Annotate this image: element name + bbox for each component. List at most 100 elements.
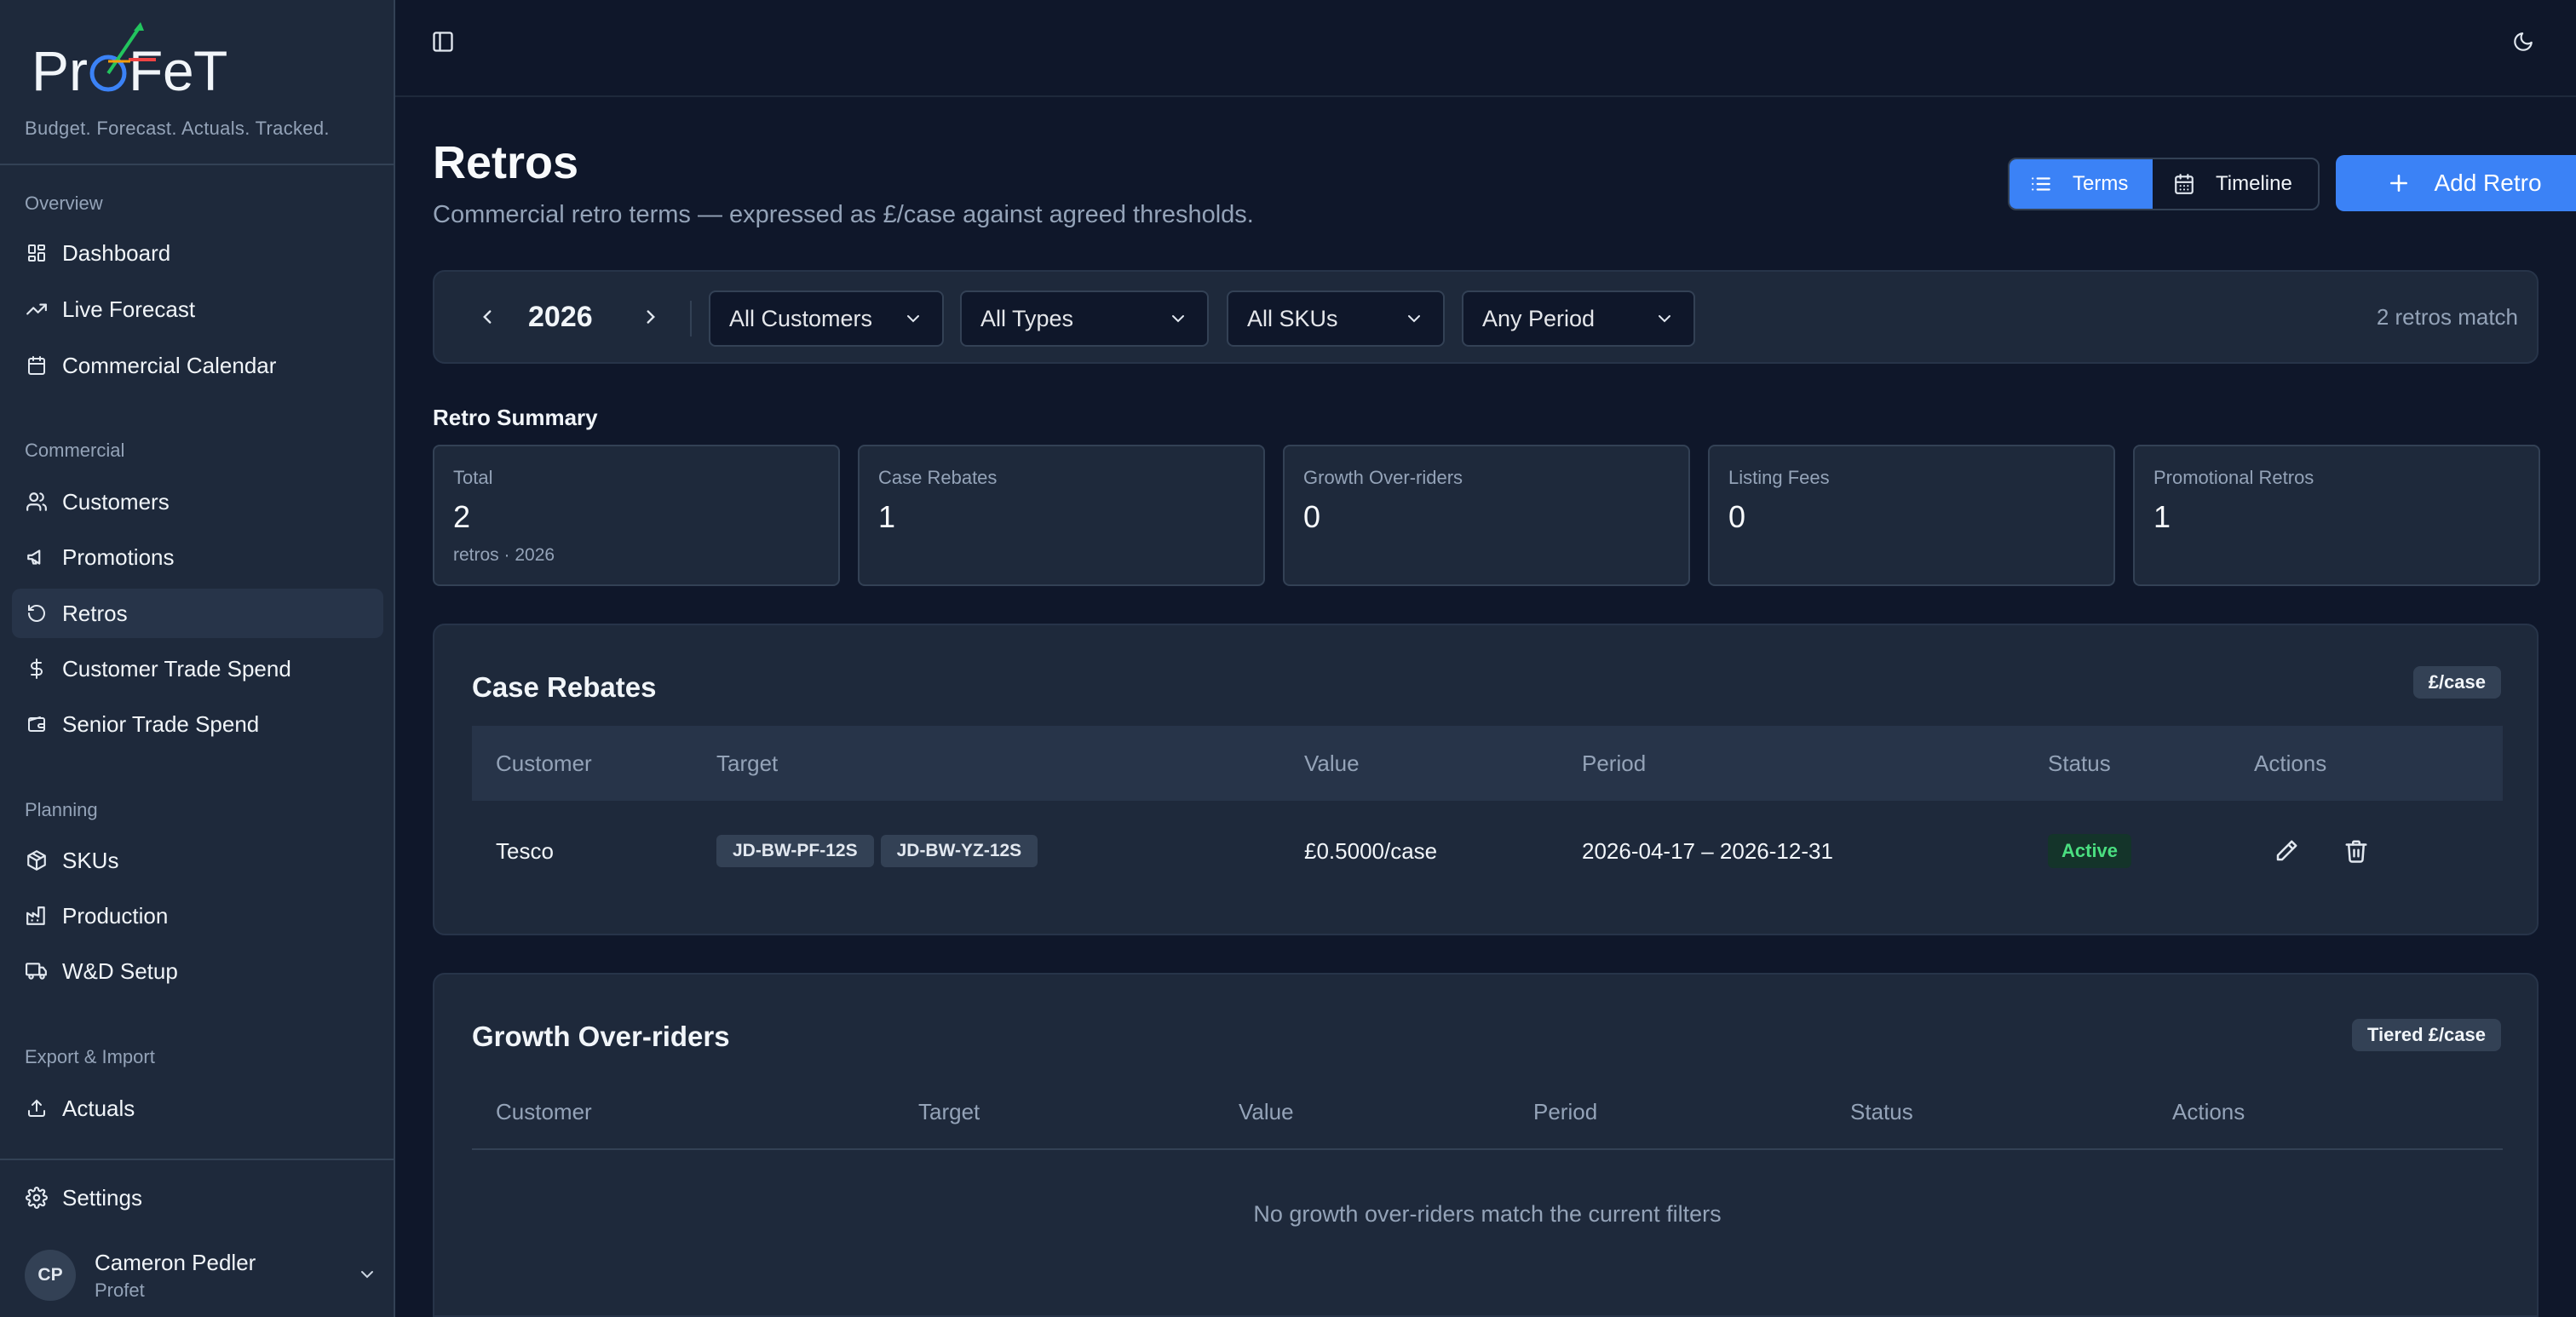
timeline-label: Timeline — [2216, 172, 2292, 195]
divider — [690, 301, 692, 336]
sidebar-toggle-button[interactable] — [423, 23, 463, 64]
card-value: 1 — [2153, 499, 2171, 534]
page-title: Retros — [433, 137, 579, 188]
sidebar-item-customer-trade-spend[interactable]: Customer Trade Spend — [12, 644, 383, 693]
sidebar-item-label: Promotions — [62, 543, 175, 570]
sidebar-item-skus[interactable]: SKUs — [12, 836, 383, 885]
plus-icon — [2388, 172, 2410, 194]
main-content: Retros Commercial retro terms — expresse… — [395, 0, 2576, 1317]
previous-year-button[interactable] — [467, 298, 508, 339]
period-select-value: Any Period — [1482, 305, 1596, 331]
customer-select-value: All Customers — [729, 305, 873, 331]
profet-logo: Pr F e T — [32, 22, 227, 101]
sidebar-item-actuals[interactable]: Actuals — [12, 1084, 383, 1133]
chevron-down-icon — [1654, 308, 1675, 335]
svg-text:Pr: Pr — [32, 39, 88, 101]
truck-icon — [26, 960, 48, 982]
column-header-customer: Customer — [496, 1098, 592, 1124]
row-value: £0.5000/case — [1304, 838, 1438, 864]
terms-view-button[interactable]: Terms — [2010, 159, 2153, 209]
brand-tagline: Budget. Forecast. Actuals. Tracked. — [25, 118, 330, 139]
column-header-status: Status — [1850, 1098, 1913, 1124]
period-select[interactable]: Any Period — [1462, 290, 1695, 347]
box-icon — [26, 849, 48, 871]
wallet-icon — [26, 713, 48, 735]
timeline-view-button[interactable]: Timeline — [2153, 159, 2318, 209]
unit-badge: Tiered £/case — [2351, 1019, 2501, 1051]
type-select[interactable]: All Types — [960, 290, 1209, 347]
chevron-down-icon — [903, 308, 923, 335]
panel-left-icon — [431, 30, 455, 58]
brand: Pr F e T Budget. Forecast. Actuals. Trac… — [25, 19, 382, 147]
sku-chip: JD-BW-YZ-12S — [880, 835, 1038, 867]
user-name: Cameron Pedler — [95, 1249, 256, 1275]
next-year-button[interactable] — [630, 298, 671, 339]
summary-title: Retro Summary — [433, 405, 598, 430]
sidebar-item-wd-setup[interactable]: W&D Setup — [12, 946, 383, 996]
filter-bar: 2026 All Customers All Types All SKUs An… — [433, 270, 2539, 364]
sidebar-item-customers[interactable]: Customers — [12, 477, 383, 526]
column-header-customer: Customer — [496, 750, 592, 776]
pencil-icon[interactable] — [2269, 834, 2303, 868]
sidebar-item-senior-trade-spend[interactable]: Senior Trade Spend — [12, 699, 383, 749]
card-subtext: retros · 2026 — [453, 545, 555, 565]
svg-text:e: e — [163, 39, 194, 101]
sidebar-item-label: Senior Trade Spend — [62, 710, 260, 737]
add-retro-label: Add Retro — [2434, 170, 2542, 196]
sku-chip: JD-BW-PF-12S — [716, 835, 874, 867]
card-label: Growth Over-riders — [1303, 467, 1463, 488]
grid-icon — [26, 242, 48, 264]
user-menu[interactable]: CP Cameron Pedler Profet — [25, 1244, 382, 1307]
top-bar — [395, 0, 2576, 97]
column-header-actions: Actions — [2254, 750, 2327, 776]
sku-select[interactable]: All SKUs — [1227, 290, 1445, 347]
upload-icon — [26, 1097, 48, 1119]
sidebar-item-settings[interactable]: Settings — [12, 1173, 383, 1222]
summary-card-listing-fees: Listing Fees 0 — [1708, 445, 2115, 586]
trending-up-icon — [26, 298, 48, 320]
column-header-actions: Actions — [2172, 1098, 2245, 1124]
list-icon — [2030, 173, 2052, 195]
add-retro-button[interactable]: Add Retro — [2336, 155, 2576, 211]
card-label: Listing Fees — [1728, 467, 1830, 488]
card-value: 2 — [453, 499, 471, 534]
page-subtitle: Commercial retro terms — expressed as £/… — [433, 201, 1254, 228]
calendar-icon — [26, 354, 48, 377]
gear-icon — [26, 1187, 48, 1209]
card-label: Total — [453, 467, 493, 488]
megaphone-icon — [26, 546, 48, 568]
row-customer: Tesco — [496, 838, 554, 864]
chevron-down-icon — [1404, 308, 1424, 335]
chevron-left-icon — [476, 306, 498, 332]
summary-card-total: Total 2 retros · 2026 — [433, 445, 840, 586]
sidebar-item-label: W&D Setup — [62, 958, 178, 984]
type-select-value: All Types — [980, 305, 1074, 331]
trash-icon[interactable] — [2339, 834, 2373, 868]
chevron-right-icon — [640, 306, 662, 332]
sidebar-item-dashboard[interactable]: Dashboard — [12, 228, 383, 278]
section-label-commercial: Commercial — [25, 440, 125, 461]
svg-text:T: T — [193, 39, 227, 101]
case-rebates-panel: Case Rebates £/case Customer Target Valu… — [433, 624, 2539, 935]
sidebar-item-commercial-calendar[interactable]: Commercial Calendar — [12, 341, 383, 390]
sidebar-item-label: Settings — [62, 1184, 142, 1211]
view-toggle: Terms Timeline — [2008, 158, 2320, 210]
rotate-ccw-icon — [26, 602, 48, 624]
sidebar-item-live-forecast[interactable]: Live Forecast — [12, 285, 383, 334]
status-badge: Active — [2048, 834, 2132, 868]
customer-select[interactable]: All Customers — [709, 290, 944, 347]
column-header-status: Status — [2048, 750, 2111, 776]
column-header-period: Period — [1582, 750, 1647, 776]
sidebar-item-label: Actuals — [62, 1095, 135, 1121]
empty-state-message: No growth over-riders match the current … — [1253, 1201, 1722, 1227]
sidebar-item-retros[interactable]: Retros — [12, 589, 383, 638]
sidebar-item-production[interactable]: Production — [12, 891, 383, 940]
table-row: Tesco JD-BW-PF-12S JD-BW-YZ-12S £0.5000/… — [472, 801, 2503, 901]
section-label-export-import: Export & Import — [25, 1046, 155, 1067]
chevron-down-icon[interactable] — [357, 1264, 377, 1289]
sidebar: Pr F e T Budget. Forecast. Actuals. Trac… — [0, 0, 395, 1317]
sidebar-item-label: Commercial Calendar — [62, 352, 277, 378]
column-header-target: Target — [918, 1098, 980, 1124]
sidebar-item-promotions[interactable]: Promotions — [12, 532, 383, 582]
theme-toggle-button[interactable] — [2503, 23, 2544, 64]
